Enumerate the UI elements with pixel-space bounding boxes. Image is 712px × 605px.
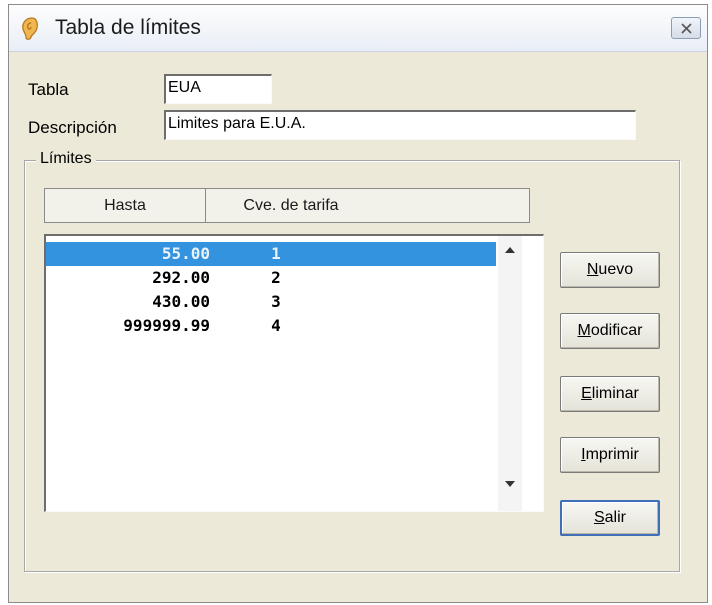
column-header-hasta[interactable]: Hasta (45, 189, 205, 222)
tabla-label: Tabla (28, 80, 69, 99)
salir-mnemonic: S (593, 509, 605, 526)
nuevo-button[interactable]: Nuevo (560, 252, 660, 288)
cell-hasta: 55.00 (161, 244, 210, 263)
cell-cve-tarifa: 4 (271, 316, 281, 335)
nuevo-label: uevo (598, 261, 634, 278)
limites-group-title: Límites (36, 150, 96, 168)
modificar-button[interactable]: Modificar (560, 313, 660, 349)
cell-hasta: 430.00 (152, 292, 210, 311)
modificar-mnemonic: M (577, 322, 591, 339)
eliminar-button[interactable]: Eliminar (560, 376, 660, 412)
column-header-cve-tarifa[interactable]: Cve. de tarifa (206, 189, 376, 222)
cell-cve-tarifa: 2 (271, 268, 281, 287)
imprimir-button[interactable]: Imprimir (560, 437, 660, 473)
cell-cve-tarifa: 3 (271, 292, 281, 311)
eliminar-label: liminar (591, 385, 639, 402)
close-icon (681, 23, 692, 34)
list-item[interactable]: 55.00 1 (46, 242, 496, 266)
descripcion-label: Descripción (28, 118, 117, 137)
imprimir-label: mprimir (585, 446, 639, 463)
modificar-label: odificar (590, 322, 643, 339)
cell-cve-tarifa: 1 (271, 244, 281, 263)
salir-button[interactable]: Salir (560, 500, 660, 536)
scroll-down-arrow-icon[interactable] (505, 481, 515, 487)
vertical-scrollbar[interactable] (498, 236, 522, 511)
list-header: Hasta Cve. de tarifa (44, 188, 530, 223)
scroll-up-arrow-icon[interactable] (505, 247, 515, 253)
limites-listbox[interactable]: 55.00 1 292.00 2 430.00 3 999999.99 4 (44, 234, 544, 512)
nuevo-mnemonic: N (586, 261, 599, 278)
tabla-input[interactable]: EUA (164, 74, 272, 104)
close-button[interactable] (671, 17, 701, 39)
eliminar-mnemonic: E (581, 385, 592, 402)
window-title: Tabla de límites (55, 16, 201, 39)
list-item[interactable]: 292.00 2 (46, 266, 496, 290)
cell-hasta: 292.00 (152, 268, 210, 287)
list-item[interactable]: 999999.99 4 (46, 314, 496, 338)
cell-hasta: 999999.99 (123, 316, 210, 335)
ear-app-icon (22, 17, 38, 40)
title-bar[interactable]: Tabla de límites (9, 5, 707, 52)
salir-label: alir (604, 509, 626, 526)
descripcion-input[interactable]: Limites para E.U.A. (164, 110, 636, 140)
list-item[interactable]: 430.00 3 (46, 290, 496, 314)
